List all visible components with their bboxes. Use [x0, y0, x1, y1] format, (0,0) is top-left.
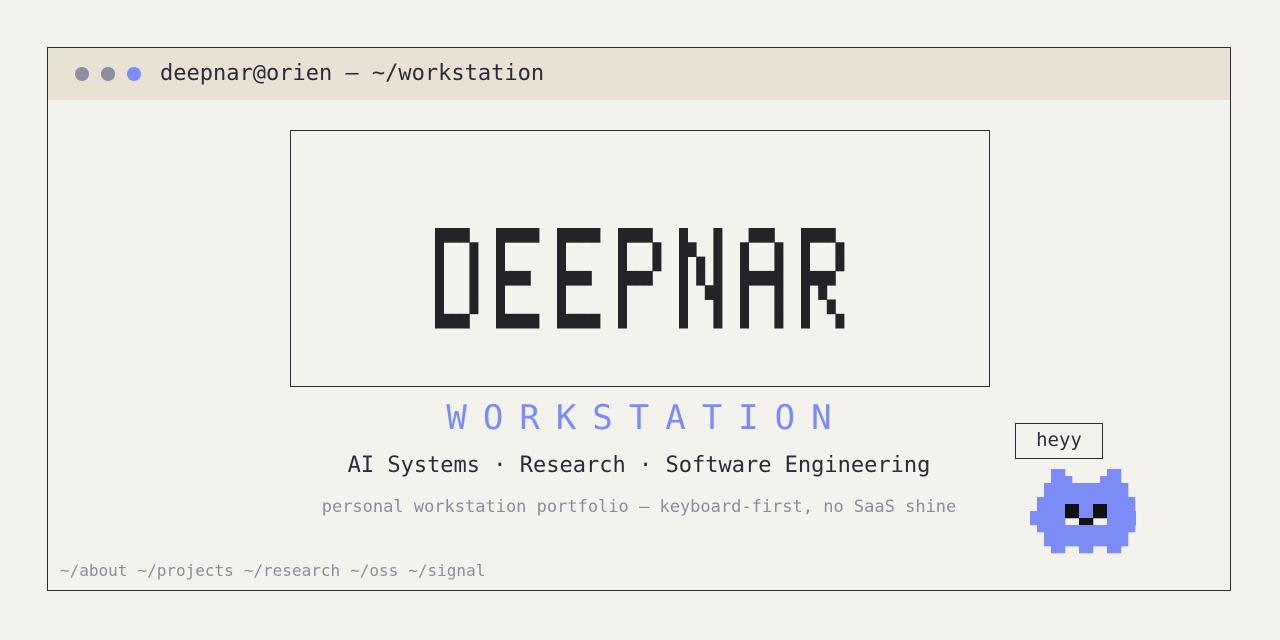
logo-frame — [290, 130, 990, 387]
window-titlebar: deepnar@orien — ~/workstation — [48, 48, 1230, 100]
logo-letter-r — [801, 228, 845, 329]
nav-link-oss[interactable]: ~/oss — [350, 561, 398, 580]
cat-body — [1030, 469, 1136, 554]
logo-letter-d — [435, 228, 479, 329]
logo-letter-e — [557, 228, 601, 329]
mascot-speech-bubble: heyy — [1015, 423, 1103, 459]
pixel-logo — [435, 228, 845, 329]
window-control-dot-3[interactable] — [127, 67, 141, 81]
window-title: deepnar@orien — ~/workstation — [160, 61, 545, 86]
logo-letter-a — [740, 228, 784, 329]
terminal-window: deepnar@orien — ~/workstation WORKSTATIO… — [47, 47, 1231, 591]
logo-letter-p — [618, 228, 662, 329]
nav-link-about[interactable]: ~/about — [60, 561, 127, 580]
nav-link-projects[interactable]: ~/projects — [137, 561, 233, 580]
logo-letter-e — [496, 228, 540, 329]
logo-letter-n — [679, 228, 723, 329]
nav-link-signal[interactable]: ~/signal — [408, 561, 485, 580]
window-control-dot-1[interactable] — [75, 67, 89, 81]
nav-bar: ~/about ~/projects ~/research ~/oss ~/signal — [60, 561, 495, 581]
pixel-cat-mascot-icon[interactable] — [1030, 469, 1136, 555]
nav-link-research[interactable]: ~/research — [244, 561, 340, 580]
window-control-dot-2[interactable] — [101, 67, 115, 81]
